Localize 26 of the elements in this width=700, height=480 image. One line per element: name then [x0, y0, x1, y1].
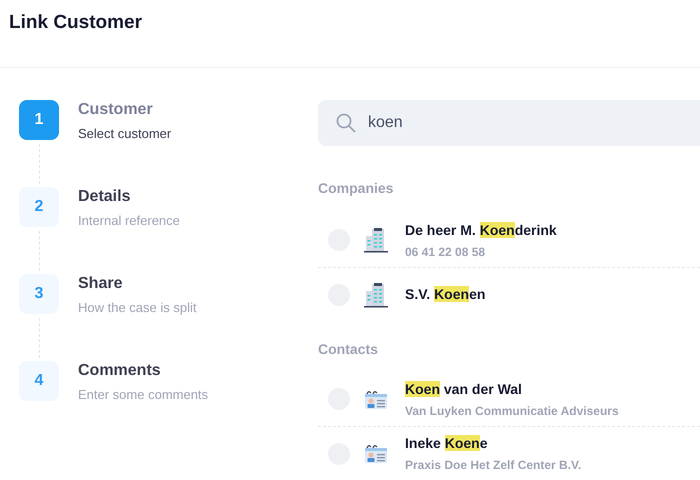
result-detail: 06 41 22 08 58 [405, 244, 486, 260]
result-detail: Praxis Doe Het Zelf Center B.V. [405, 457, 582, 474]
step-title: Details [78, 187, 132, 207]
section-label: Companies [318, 179, 394, 198]
step-title: Customer [78, 100, 154, 120]
page-title: Link Customer [9, 12, 144, 35]
building-icon [364, 227, 388, 253]
building-icon [364, 282, 388, 308]
step-subtitle: Internal reference [78, 212, 180, 230]
step-number[interactable]: 3 [19, 274, 59, 314]
result-name: Ineke Koene [405, 434, 488, 453]
search-field[interactable]: koen [318, 100, 700, 146]
step-subtitle: How the case is split [78, 299, 196, 317]
step-number[interactable]: 2 [19, 187, 59, 227]
step-number[interactable]: 1 [19, 100, 59, 140]
result-name: S.V. Koenen [405, 285, 486, 304]
step-title: Share [78, 274, 124, 294]
step-subtitle: Select customer [78, 125, 172, 143]
section-label: Contacts [318, 340, 379, 359]
step-subtitle: Enter some comments [78, 386, 208, 404]
step-title: Comments [78, 361, 162, 381]
result-detail: Van Luyken Communicatie Adviseurs [405, 402, 619, 420]
contact-card-icon [364, 442, 388, 464]
result-name: De heer M. Koenderink [405, 220, 557, 240]
result-name: Koen van der Wal [405, 380, 523, 398]
step-number[interactable]: 4 [19, 361, 59, 401]
